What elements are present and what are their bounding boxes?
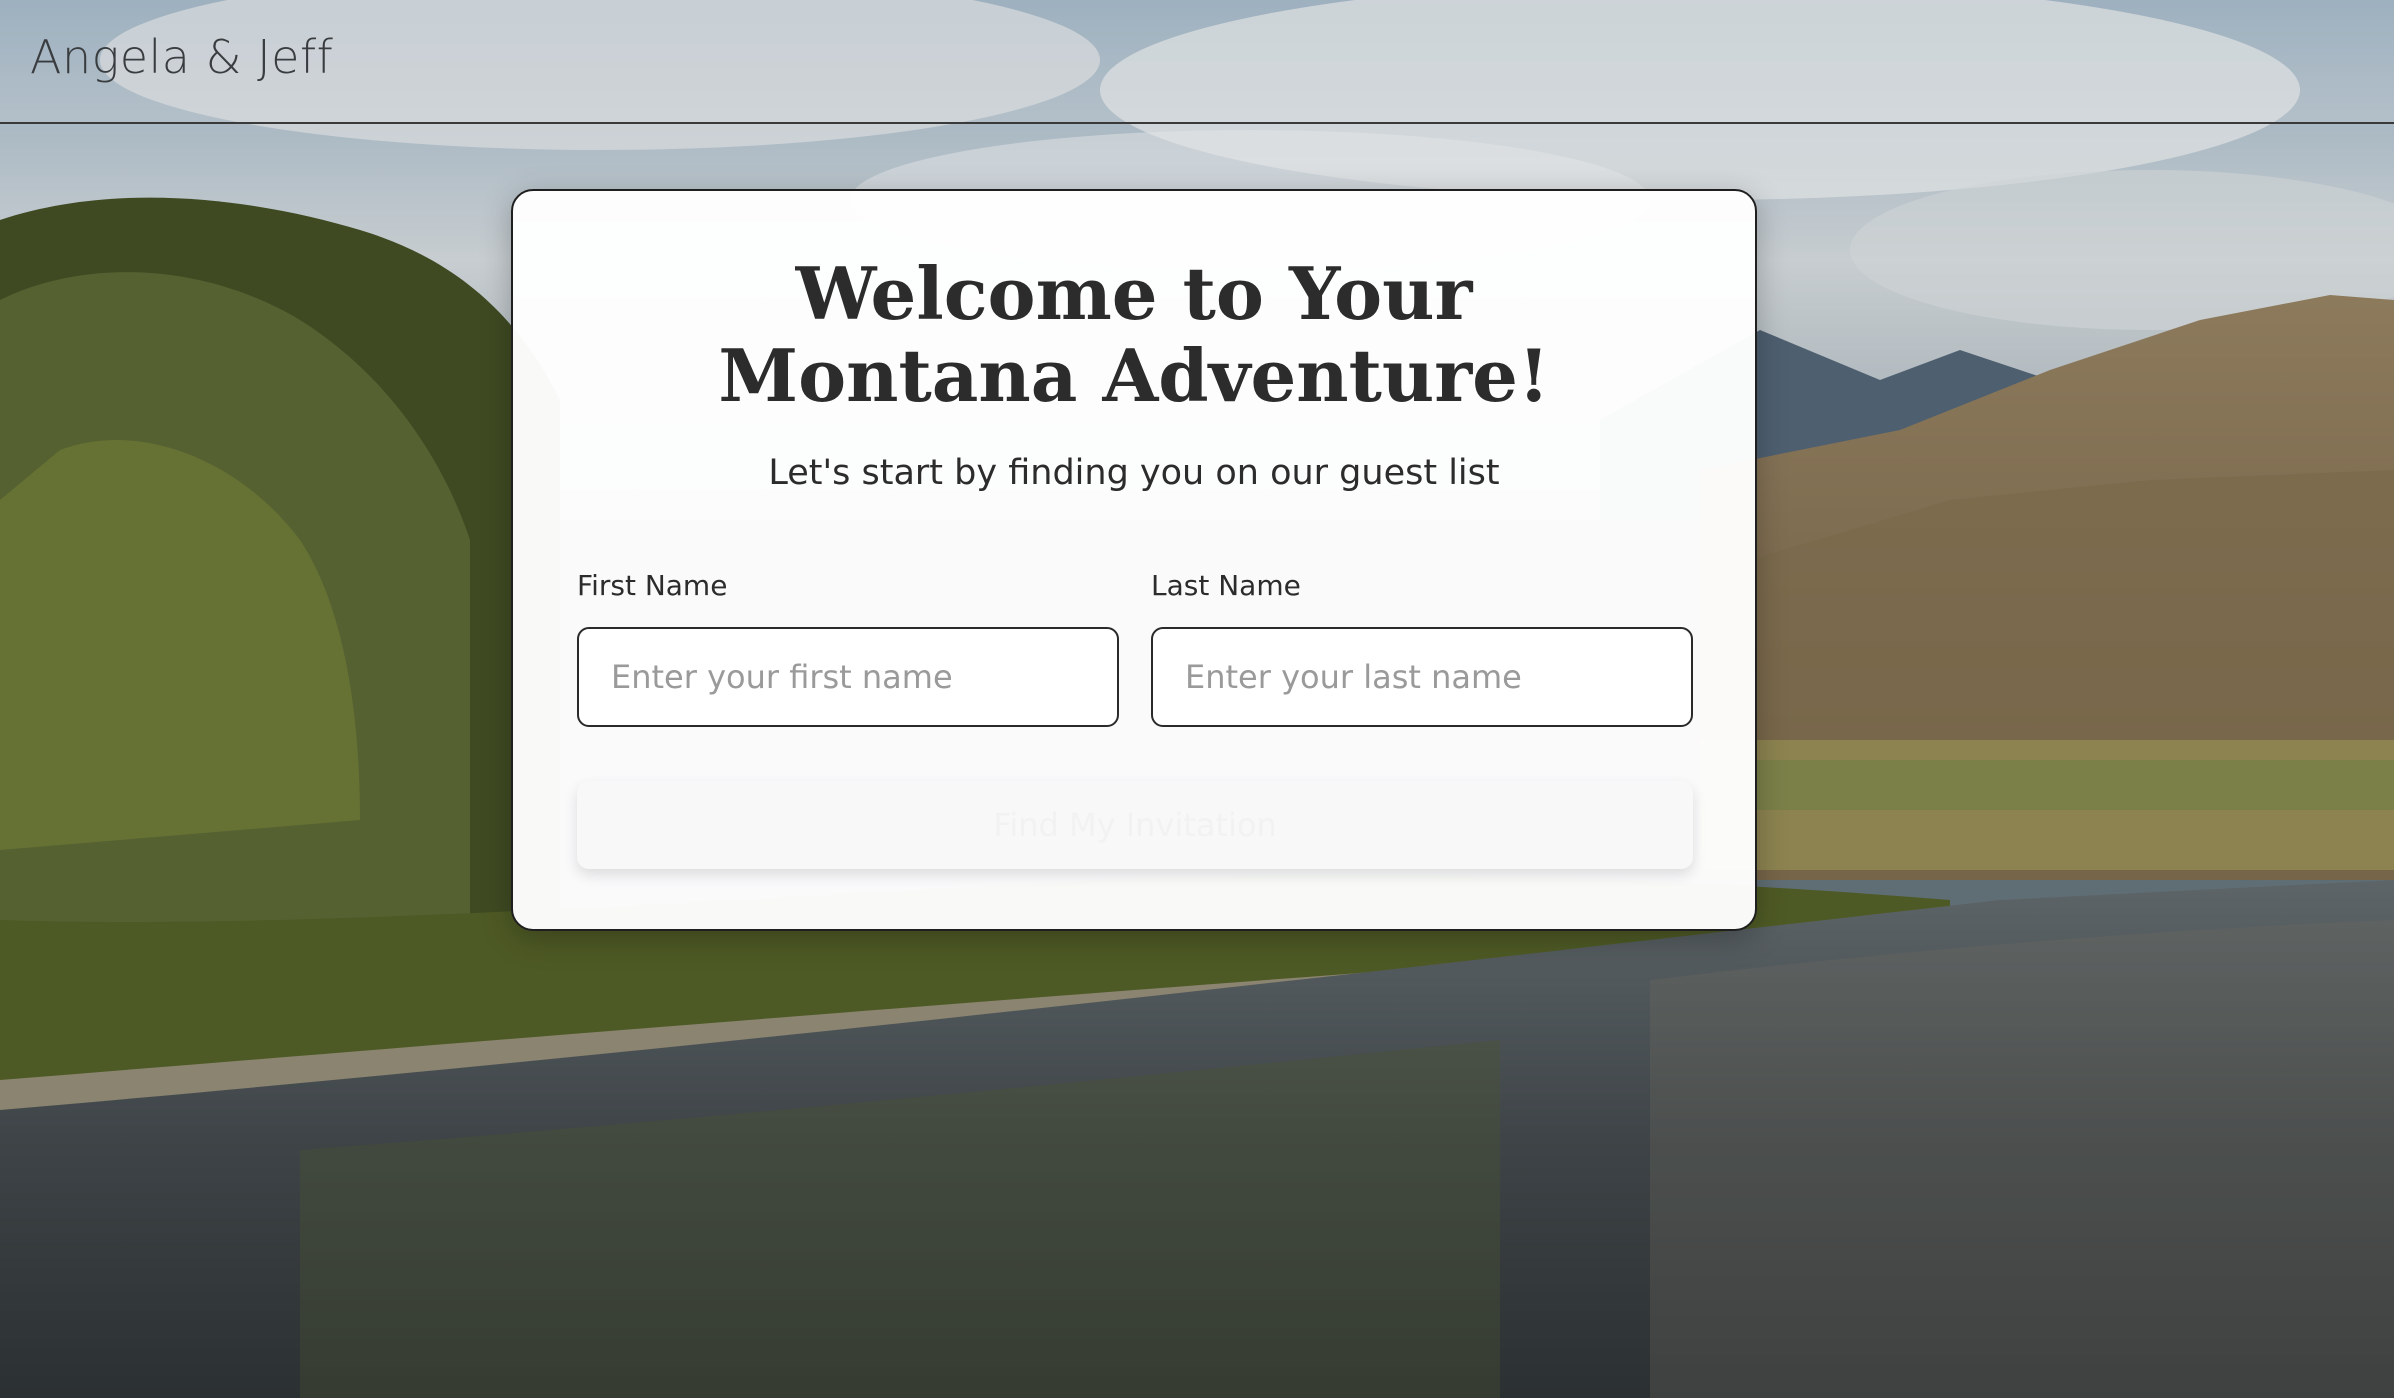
page-title: Welcome to Your Montana Adventure! xyxy=(718,251,1550,418)
find-invitation-button[interactable]: Find My Invitation xyxy=(577,781,1693,869)
first-name-input[interactable] xyxy=(577,627,1119,727)
site-brand-name[interactable]: Angela & Jeff xyxy=(30,30,333,84)
page-subtitle: Let's start by finding you on our guest … xyxy=(768,453,1500,493)
last-name-input[interactable] xyxy=(1151,627,1693,727)
first-name-field-group: First Name xyxy=(577,569,1119,727)
first-name-label: First Name xyxy=(577,569,728,602)
guest-lookup-card: Welcome to Your Montana Adventure! Let's… xyxy=(511,189,1757,931)
site-header: Angela & Jeff xyxy=(0,0,2394,124)
last-name-field-group: Last Name xyxy=(1151,569,1693,727)
last-name-label: Last Name xyxy=(1151,569,1301,602)
